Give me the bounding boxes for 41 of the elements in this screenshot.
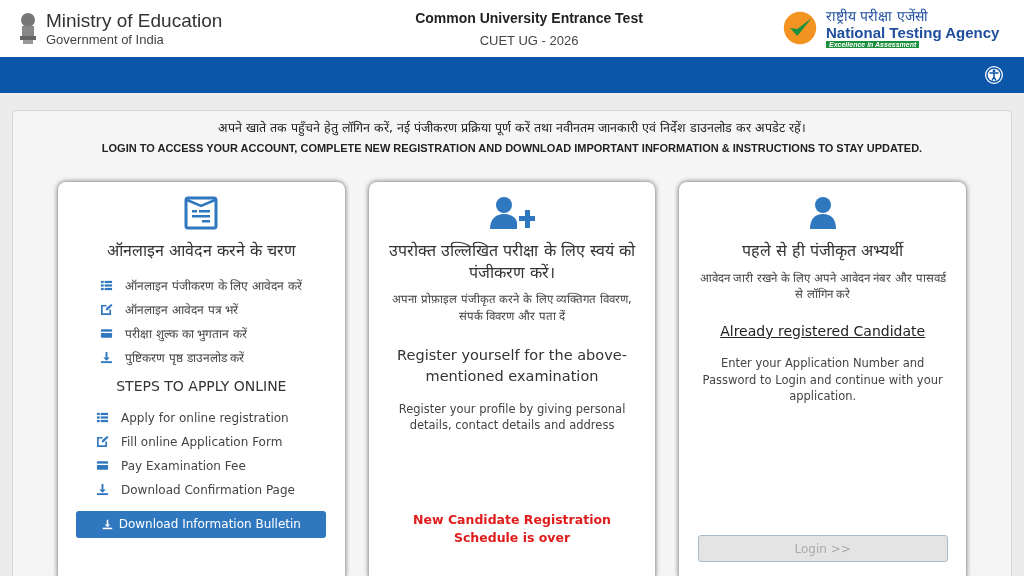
card-heading: STEPS TO APPLY ONLINE — [116, 377, 287, 394]
step-text: Fill online Application Form — [121, 434, 283, 449]
exam-subtitle: CUET UG - 2026 — [479, 32, 579, 48]
card-description: Enter your Application Number and Password to Login and continue with your application. — [701, 354, 944, 405]
card-heading: ऑनलाइन आवेदन करने के चरण — [106, 240, 296, 262]
notice-hindi: अपने खाते तक पहुँचने हेतु लॉगिन करें, नई पंजीकरण प्रक्रिया पूर्ण करें तथा नवीनतम जानकारी एवं निर्देश डाउनलोड कर अपडेट रहें। — [217, 119, 807, 136]
agency-name: National Testing Agency — [826, 24, 1000, 42]
card-description: Register your profile by giving personal details, contact details and address — [397, 400, 627, 434]
step-text: ऑनलाइन आवेदन पत्र भरें — [125, 302, 239, 319]
accessibility-icon[interactable] — [984, 65, 1004, 85]
card-heading: उपरोक्त उल्लिखित परीक्षा के लिए स्वयं को पंजीकरण करें। — [388, 240, 637, 284]
card-icon — [100, 327, 113, 341]
step-text: पुष्टिकरण पृष्ठ डाउनलोड करें — [125, 350, 245, 367]
list-icon — [96, 411, 109, 425]
card-heading: Register yourself for the above-mentioned examination — [396, 345, 628, 386]
agency-hindi-name: राष्ट्रीय परीक्षा एजेंसी — [826, 8, 928, 25]
download-button[interactable]: Download Information Bulletin — [76, 510, 327, 538]
add-user-icon — [489, 196, 535, 230]
list-icon — [100, 279, 113, 293]
card-icon — [96, 459, 109, 473]
step-text: Apply for online registration — [121, 410, 289, 425]
form-icon — [184, 196, 219, 230]
card-heading: पहले से ही पंजीकृत अभ्यर्थी — [742, 240, 904, 262]
download-icon — [96, 483, 109, 497]
card-description: आवेदन जारी रखने के लिए अपने आवेदन नंबर और पासवर्ड से लॉगिन करे — [698, 269, 948, 303]
registered-candidate-link[interactable]: Already registered Candidate — [720, 322, 926, 339]
card-description: अपना प्रोफ़ाइल पंजीकृत करने के लिए व्यक्तिगत विवरण, संपर्क विवरण और पता दें — [391, 291, 633, 325]
edit-icon — [100, 303, 113, 317]
exam-title: Common University Entrance Test — [415, 9, 643, 26]
edit-icon — [96, 435, 109, 449]
check-logo-icon — [782, 10, 818, 47]
step-text: परीक्षा शुल्क का भुगतान करें — [125, 326, 248, 343]
download-icon — [101, 518, 113, 530]
ministry-title: Ministry of Education — [46, 10, 223, 32]
download-icon — [100, 351, 113, 365]
notice-english: LOGIN TO ACCESS YOUR ACCOUNT, COMPLETE NEW REGISTRATION AND DOWNLOAD IMPORTANT INFORMATION & INSTRUCTIONS TO STAY UPDATED. — [100, 142, 924, 154]
step-text: Download Confirmation Page — [121, 482, 295, 497]
step-text: Pay Examination Fee — [121, 458, 246, 473]
ministry-subtitle: Government of India — [46, 32, 165, 47]
step-text: ऑनलाइन पंजीकरण के लिए आवेदन करें — [125, 278, 303, 295]
registration-closed-notice: New Candidate Registration Schedule is over — [412, 510, 612, 548]
